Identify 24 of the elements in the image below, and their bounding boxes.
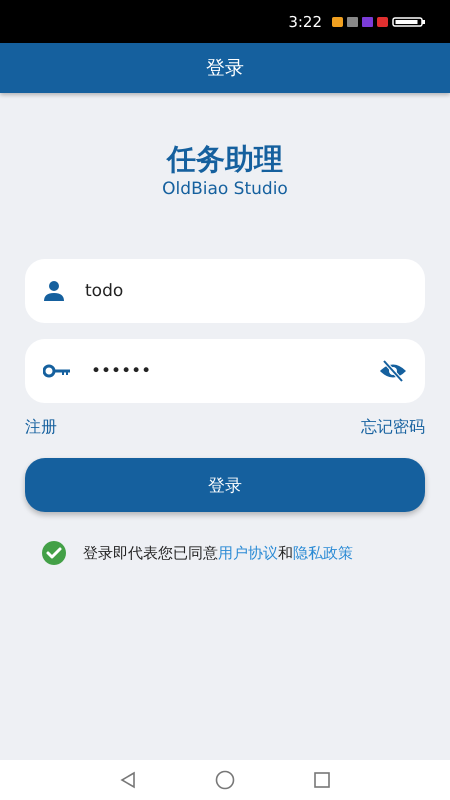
eye-off-icon[interactable] bbox=[379, 360, 407, 382]
register-link[interactable]: 注册 bbox=[25, 417, 57, 438]
recents-icon[interactable] bbox=[313, 771, 331, 789]
person-icon bbox=[43, 281, 65, 301]
back-icon[interactable] bbox=[119, 771, 137, 789]
battery-icon bbox=[392, 16, 426, 26]
notification-icon bbox=[377, 16, 388, 26]
login-button[interactable]: 登录 bbox=[25, 458, 425, 512]
agreement-text: 登录即代表您已同意用户协议和隐私政策 bbox=[83, 544, 353, 562]
app-title: 登录 bbox=[206, 56, 244, 81]
username-input[interactable]: todo bbox=[83, 280, 407, 302]
agree-checkbox[interactable] bbox=[41, 540, 67, 566]
notification-icon bbox=[347, 16, 358, 26]
username-field[interactable]: todo bbox=[25, 259, 425, 323]
home-icon[interactable] bbox=[215, 770, 235, 790]
studio-name: OldBiao Studio bbox=[162, 179, 288, 199]
password-field[interactable]: •••••• bbox=[25, 339, 425, 403]
notification-icon bbox=[332, 16, 343, 26]
status-time: 3:22 bbox=[288, 12, 322, 30]
notification-icon bbox=[362, 16, 373, 26]
password-input[interactable]: •••••• bbox=[89, 360, 361, 382]
app-name: 任务助理 bbox=[167, 141, 283, 177]
key-icon bbox=[43, 364, 71, 378]
forgot-password-link[interactable]: 忘记密码 bbox=[361, 417, 425, 438]
